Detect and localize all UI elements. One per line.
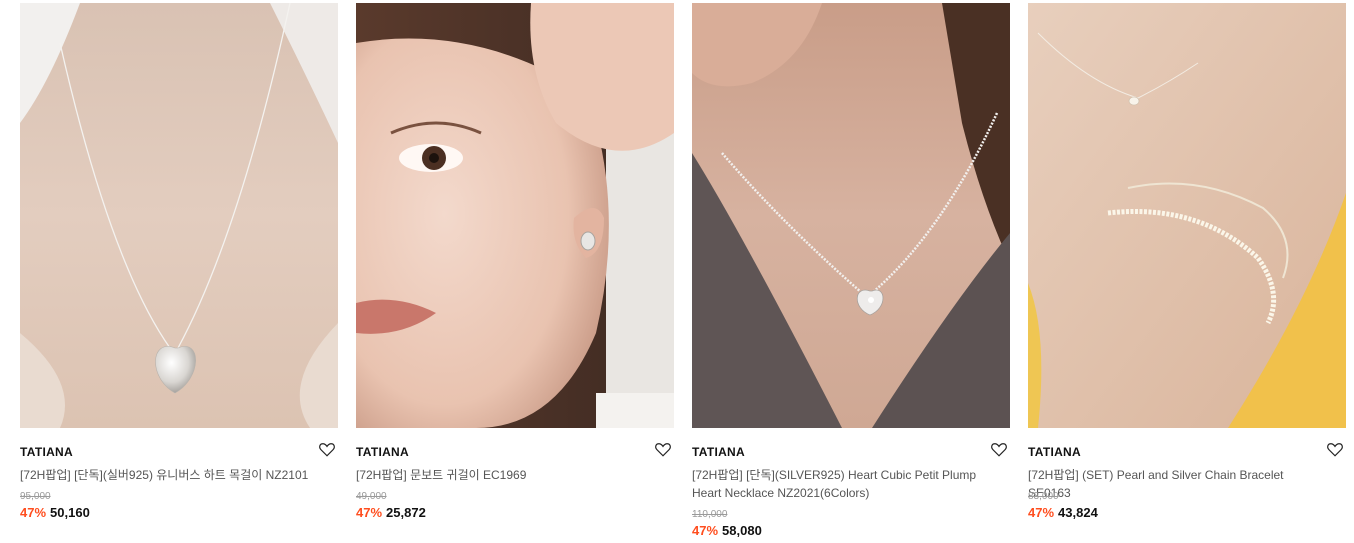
heart-outline-icon[interactable] (318, 440, 336, 458)
product-card[interactable]: TATIANA [72H팝업] 문보트 귀걸이 EC1969 49,000 47… (356, 3, 674, 543)
brand-name[interactable]: TATIANA (1028, 445, 1081, 459)
discount-rate: 47% (20, 505, 47, 520)
original-price: 49,000 (356, 491, 387, 502)
earring-model-photo (356, 3, 674, 428)
pearl-bracelet-photo (1028, 3, 1346, 428)
discount-rate: 47% (356, 505, 383, 520)
original-price: 83,000 (1028, 491, 1059, 502)
discount-rate: 47% (1028, 505, 1055, 520)
sale-price: 43,824 (1058, 505, 1098, 520)
price-block: 95,000 47% 50,160 (20, 491, 90, 520)
original-price: 110,000 (692, 509, 728, 520)
brand-name[interactable]: TATIANA (20, 445, 73, 459)
product-grid: TATIANA [72H팝업] [단독](실버925) 유니버스 하트 목걸이 … (0, 0, 1354, 538)
sale-price: 58,080 (722, 523, 762, 538)
product-image[interactable] (1028, 3, 1346, 428)
discount-rate: 47% (692, 523, 719, 538)
product-title[interactable]: [72H팝업] [단독](SILVER925) Heart Cubic Peti… (692, 466, 992, 502)
heart-outline-icon[interactable] (1326, 440, 1344, 458)
brand-name[interactable]: TATIANA (356, 445, 409, 459)
ball-chain-heart-necklace-photo (692, 3, 1010, 428)
product-card[interactable]: TATIANA [72H팝업] [단독](실버925) 유니버스 하트 목걸이 … (20, 3, 338, 543)
price-block: 83,000 47% 43,824 (1028, 491, 1098, 520)
product-card[interactable]: TATIANA [72H팝업] [단독](SILVER925) Heart Cu… (692, 3, 1010, 543)
brand-name[interactable]: TATIANA (692, 445, 745, 459)
price-block: 110,000 47% 58,080 (692, 509, 762, 538)
heart-outline-icon[interactable] (654, 440, 672, 458)
original-price: 95,000 (20, 491, 51, 502)
product-image[interactable] (20, 3, 338, 428)
product-image[interactable] (356, 3, 674, 428)
product-card[interactable]: TATIANA [72H팝업] (SET) Pearl and Silver C… (1028, 3, 1346, 543)
product-image[interactable] (692, 3, 1010, 428)
sale-price: 25,872 (386, 505, 426, 520)
price-block: 49,000 47% 25,872 (356, 491, 426, 520)
sale-price: 50,160 (50, 505, 90, 520)
necklace-heart-pendant-photo (20, 3, 338, 428)
product-title[interactable]: [72H팝업] 문보트 귀걸이 EC1969 (356, 466, 656, 484)
heart-outline-icon[interactable] (990, 440, 1008, 458)
product-title[interactable]: [72H팝업] [단독](실버925) 유니버스 하트 목걸이 NZ2101 (20, 466, 320, 484)
